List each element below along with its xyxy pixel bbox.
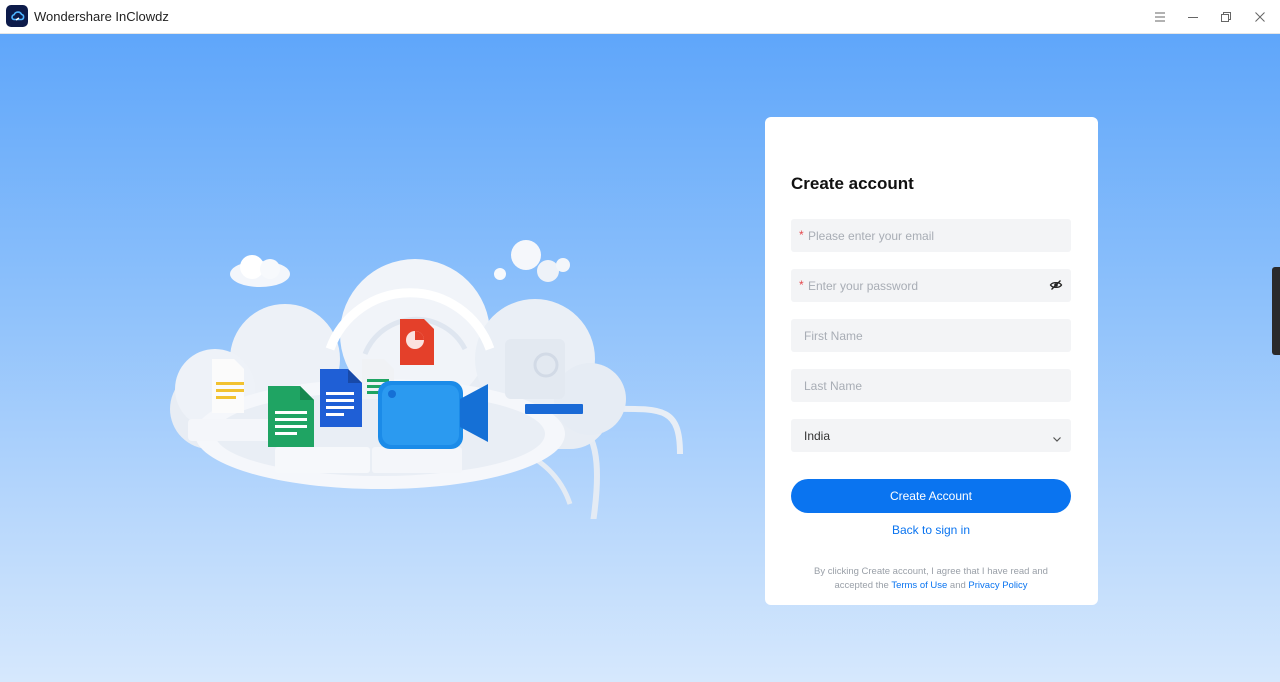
last-name-field-container	[791, 369, 1071, 402]
hamburger-menu-icon[interactable]	[1147, 5, 1173, 29]
sheets-icon	[268, 386, 314, 447]
create-account-button[interactable]: Create Account	[791, 479, 1071, 513]
cloud-apps-illustration	[170, 240, 683, 519]
notes-doc-icon	[212, 359, 244, 413]
window-title: Wondershare InClowdz	[34, 9, 169, 24]
minimize-icon[interactable]	[1180, 5, 1206, 29]
password-field[interactable]	[808, 269, 1048, 302]
first-name-field[interactable]	[804, 319, 1044, 352]
required-marker: *	[799, 278, 804, 292]
legal-and-text: and	[949, 579, 966, 591]
legal-notice: By clicking Create account, I agree that…	[791, 565, 1071, 592]
chevron-down-icon	[1052, 431, 1062, 442]
password-field-container: *	[791, 269, 1071, 302]
eye-hidden-icon[interactable]	[1049, 278, 1063, 292]
legal-line-2-prefix: accepted the	[834, 579, 889, 591]
last-name-field[interactable]	[804, 369, 1044, 402]
main-area: Create account * * India	[0, 34, 1280, 682]
inclowdz-logo-icon	[6, 5, 28, 27]
slides-icon	[400, 319, 434, 365]
first-name-field-container	[791, 319, 1071, 352]
restore-icon[interactable]	[1213, 5, 1239, 29]
create-account-card: Create account * * India	[765, 117, 1098, 605]
small-cloud-right	[494, 240, 570, 282]
title-bar: Wondershare InClowdz	[0, 0, 1280, 34]
close-icon[interactable]	[1247, 5, 1273, 29]
side-drawer-handle[interactable]	[1272, 267, 1280, 355]
country-select[interactable]: India	[791, 419, 1071, 452]
country-select-value: India	[804, 429, 831, 443]
terms-of-use-link[interactable]: Terms of Use	[891, 580, 947, 591]
docs-icon	[320, 369, 362, 427]
legal-line-1: By clicking Create account, I agree that…	[814, 566, 1048, 577]
email-field[interactable]	[808, 219, 1048, 252]
required-marker: *	[799, 228, 804, 242]
privacy-policy-link[interactable]: Privacy Policy	[968, 580, 1027, 591]
email-field-container: *	[791, 219, 1071, 252]
page-title: Create account	[791, 174, 914, 193]
small-cloud-left	[230, 255, 290, 287]
back-to-sign-in-link[interactable]: Back to sign in	[791, 523, 1071, 537]
